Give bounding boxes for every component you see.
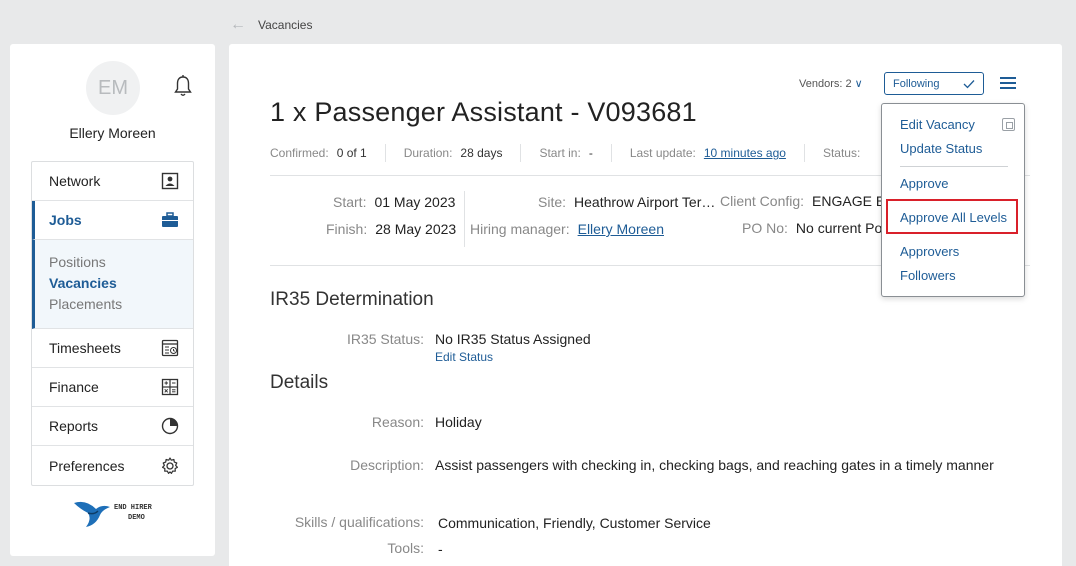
company-logo: END HIRER DEMO bbox=[74, 501, 153, 527]
menu-item-approvers[interactable]: Approvers bbox=[900, 244, 959, 259]
duration-value: 28 days bbox=[460, 146, 503, 160]
avatar[interactable]: EM bbox=[86, 61, 140, 115]
divider bbox=[610, 144, 612, 162]
nav-item-reports[interactable]: Reports bbox=[32, 407, 193, 446]
po-field: PO No: No current Po bbox=[742, 220, 882, 236]
menu-item-followers[interactable]: Followers bbox=[900, 268, 956, 283]
briefcase-icon bbox=[162, 212, 178, 227]
following-button[interactable]: Following bbox=[884, 72, 984, 95]
start-in-label: Start in: bbox=[539, 146, 581, 160]
tools-label: Tools: bbox=[387, 540, 424, 556]
finish-value: 28 May 2023 bbox=[375, 221, 457, 237]
logo-text-line1: END HIRER bbox=[114, 504, 153, 512]
check-icon bbox=[963, 79, 975, 88]
site-label: Site: bbox=[538, 194, 567, 210]
hiring-manager-field: Hiring manager: Ellery Moreen bbox=[470, 221, 664, 237]
last-update-label: Last update: bbox=[629, 146, 696, 160]
description-label: Description: bbox=[350, 457, 424, 473]
start-in-value: - bbox=[588, 146, 593, 160]
ir35-status-label: IR35 Status: bbox=[346, 331, 424, 347]
start-field: Start: 01 May 2023 bbox=[333, 194, 455, 210]
vacancy-actions-menu: Edit Vacancy Update Status Approve Appro… bbox=[881, 103, 1025, 297]
vendors-label: Vendors: 2 bbox=[799, 78, 852, 90]
nav-label: Timesheets bbox=[49, 340, 121, 356]
last-update-link[interactable]: 10 minutes ago bbox=[704, 146, 786, 160]
nav-item-finance[interactable]: Finance bbox=[32, 368, 193, 407]
following-label: Following bbox=[893, 77, 940, 90]
site-field: Site: Heathrow Airport Ter… bbox=[538, 194, 715, 210]
submenu-positions[interactable]: Positions bbox=[49, 252, 179, 273]
timesheet-icon bbox=[161, 339, 179, 357]
duration-label: Duration: bbox=[403, 146, 453, 160]
start-value: 01 May 2023 bbox=[374, 194, 456, 210]
menu-item-approve[interactable]: Approve bbox=[900, 176, 948, 191]
confirmed-label: Confirmed: bbox=[270, 146, 329, 160]
nav-label: Reports bbox=[49, 418, 99, 434]
po-label: PO No: bbox=[742, 220, 788, 236]
nav-item-network[interactable]: Network bbox=[32, 162, 193, 201]
nav-label: Jobs bbox=[49, 212, 82, 228]
po-value: No current Po bbox=[795, 220, 883, 236]
logo-text-line2: DEMO bbox=[128, 514, 145, 522]
client-config-field: Client Config: ENGAGE E bbox=[720, 193, 885, 209]
divider bbox=[520, 144, 522, 162]
details-heading: Details bbox=[270, 372, 329, 393]
ir35-status-value: No IR35 Status Assigned bbox=[435, 331, 591, 347]
breadcrumb-label[interactable]: Vacancies bbox=[258, 18, 312, 32]
start-label: Start: bbox=[333, 194, 367, 210]
bell-icon[interactable] bbox=[173, 74, 193, 98]
nav-item-preferences[interactable]: Preferences bbox=[32, 446, 193, 485]
submenu-placements[interactable]: Placements bbox=[49, 294, 179, 315]
skills-value: Communication, Friendly, Customer Servic… bbox=[438, 515, 711, 531]
client-config-value: ENGAGE E bbox=[812, 193, 886, 209]
tools-value: - bbox=[438, 541, 443, 557]
finish-label: Finish: bbox=[326, 221, 368, 237]
reason-label: Reason: bbox=[371, 414, 424, 430]
divider bbox=[384, 144, 386, 162]
confirmed-value: 0 of 1 bbox=[336, 146, 367, 160]
menu-divider bbox=[900, 166, 1008, 167]
edit-status-link[interactable]: Edit Status bbox=[435, 350, 493, 364]
nav-label: Preferences bbox=[49, 457, 125, 474]
description-value: Assist passengers with checking in, chec… bbox=[435, 457, 994, 473]
pie-chart-icon bbox=[161, 417, 179, 435]
reason-value: Holiday bbox=[435, 414, 482, 430]
finish-field: Finish: 28 May 2023 bbox=[326, 221, 456, 237]
menu-item-approve-all-levels[interactable]: Approve All Levels bbox=[900, 210, 1007, 225]
skills-label: Skills / qualifications: bbox=[294, 514, 424, 530]
popout-icon[interactable] bbox=[1002, 118, 1015, 131]
jobs-submenu: Positions Vacancies Placements bbox=[32, 240, 193, 329]
main-nav: Network Jobs Positions Vacancies Placeme… bbox=[31, 161, 194, 486]
site-value: Heathrow Airport Ter… bbox=[574, 194, 716, 210]
menu-item-update-status[interactable]: Update Status bbox=[900, 141, 982, 156]
vacancy-meta-bar: Confirmed: 0 of 1 Duration: 28 days Star… bbox=[270, 144, 860, 162]
gear-icon bbox=[162, 456, 178, 474]
divider bbox=[464, 191, 465, 247]
divider bbox=[803, 144, 805, 162]
hiring-manager-link[interactable]: Ellery Moreen bbox=[578, 221, 664, 237]
nav-label: Finance bbox=[49, 379, 99, 395]
arrow-left-icon[interactable]: ← bbox=[230, 17, 246, 33]
status-label: Status: bbox=[822, 146, 861, 160]
hiring-manager-label: Hiring manager: bbox=[470, 221, 570, 237]
chevron-down-icon: ∨ bbox=[854, 78, 863, 90]
calculator-icon bbox=[161, 378, 179, 396]
user-name: Ellery Moreen bbox=[69, 125, 156, 141]
vendors-dropdown[interactable]: Vendors: 2 ∨ bbox=[799, 77, 863, 90]
vacancy-title: 1 x Passenger Assistant - V093681 bbox=[270, 97, 697, 127]
breadcrumb: ← Vacancies bbox=[230, 17, 312, 33]
ir35-heading: IR35 Determination bbox=[270, 289, 434, 310]
submenu-vacancies[interactable]: Vacancies bbox=[49, 273, 179, 294]
nav-item-jobs[interactable]: Jobs bbox=[32, 201, 193, 240]
hamburger-menu-icon[interactable] bbox=[999, 74, 1017, 92]
menu-item-edit-vacancy[interactable]: Edit Vacancy bbox=[900, 117, 975, 132]
nav-item-timesheets[interactable]: Timesheets bbox=[32, 329, 193, 368]
nav-label: Network bbox=[49, 173, 101, 189]
client-config-label: Client Config: bbox=[720, 193, 805, 209]
sidebar: EM Ellery Moreen Network Jobs Positions … bbox=[10, 44, 215, 556]
contact-card-icon bbox=[161, 172, 179, 190]
